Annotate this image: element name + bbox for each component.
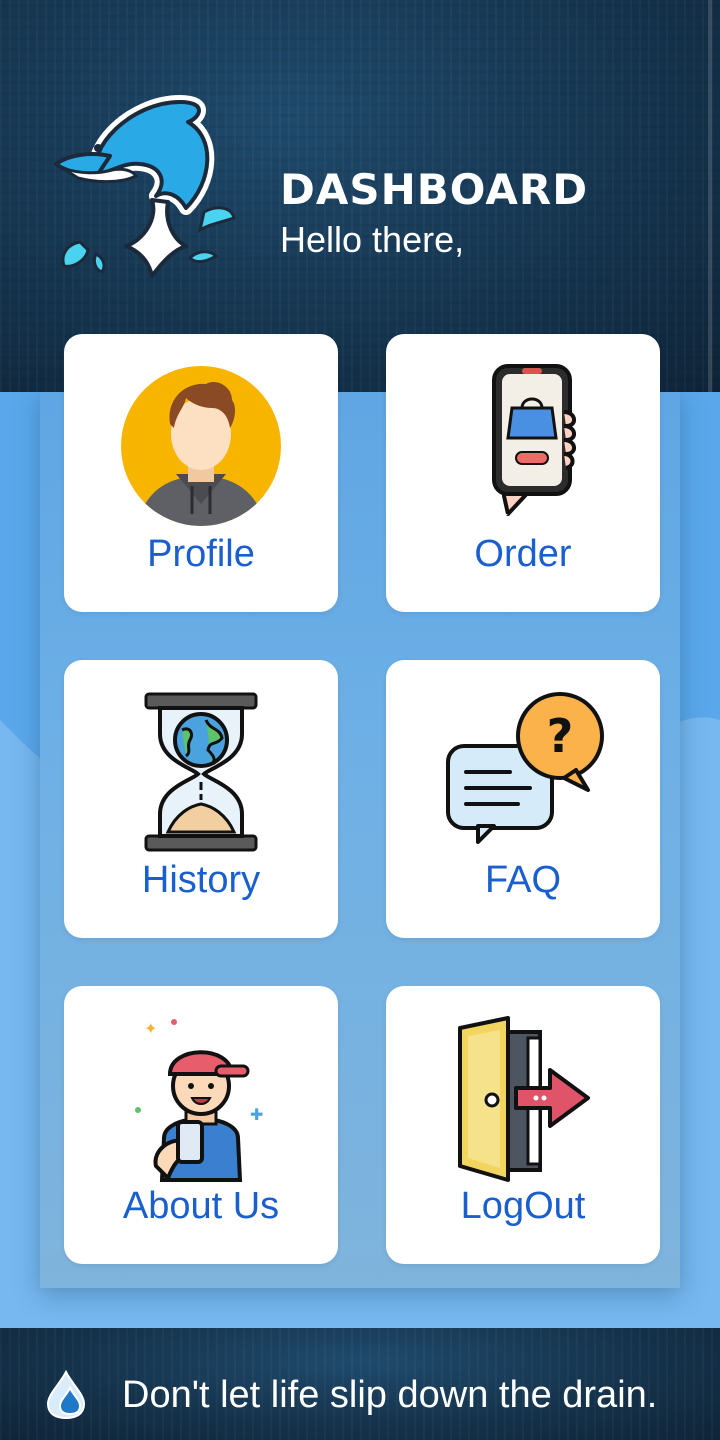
logout-card[interactable]: LogOut	[386, 986, 660, 1264]
dashboard-screen: DASHBOARD Hello there, Profile Order His…	[0, 0, 720, 1440]
svg-text:✦: ✦	[144, 1019, 157, 1038]
phone-shopping-icon	[478, 364, 576, 534]
profile-avatar-icon	[121, 366, 281, 526]
profile-label: Profile	[147, 533, 255, 575]
logout-label: LogOut	[460, 1185, 586, 1227]
order-card[interactable]: Order	[386, 334, 660, 612]
svg-text:✚: ✚	[250, 1105, 263, 1124]
about-us-label: About Us	[122, 1185, 280, 1227]
faq-card[interactable]: ? FAQ	[386, 660, 660, 938]
order-label: Order	[474, 533, 572, 575]
faq-chat-icon: ?	[446, 692, 604, 844]
faq-label: FAQ	[484, 859, 562, 901]
profile-card[interactable]: Profile	[64, 334, 338, 612]
about-us-card[interactable]: ✦ ✚ About Us	[64, 986, 338, 1264]
water-drop-icon	[46, 1370, 86, 1420]
history-card[interactable]: History	[64, 660, 338, 938]
greeting-text: Hello there,	[280, 219, 465, 260]
hourglass-globe-icon	[144, 692, 258, 852]
footer-tagline: Don't let life slip down the drain.	[122, 1374, 658, 1416]
dolphin-logo-icon	[54, 95, 236, 278]
history-label: History	[141, 859, 261, 901]
svg-text:?: ?	[547, 709, 574, 763]
exit-door-icon	[458, 1016, 590, 1182]
boy-with-phone-icon: ✦ ✚	[135, 1019, 263, 1182]
screen-edge	[708, 0, 712, 392]
page-title: DASHBOARD	[280, 165, 589, 214]
